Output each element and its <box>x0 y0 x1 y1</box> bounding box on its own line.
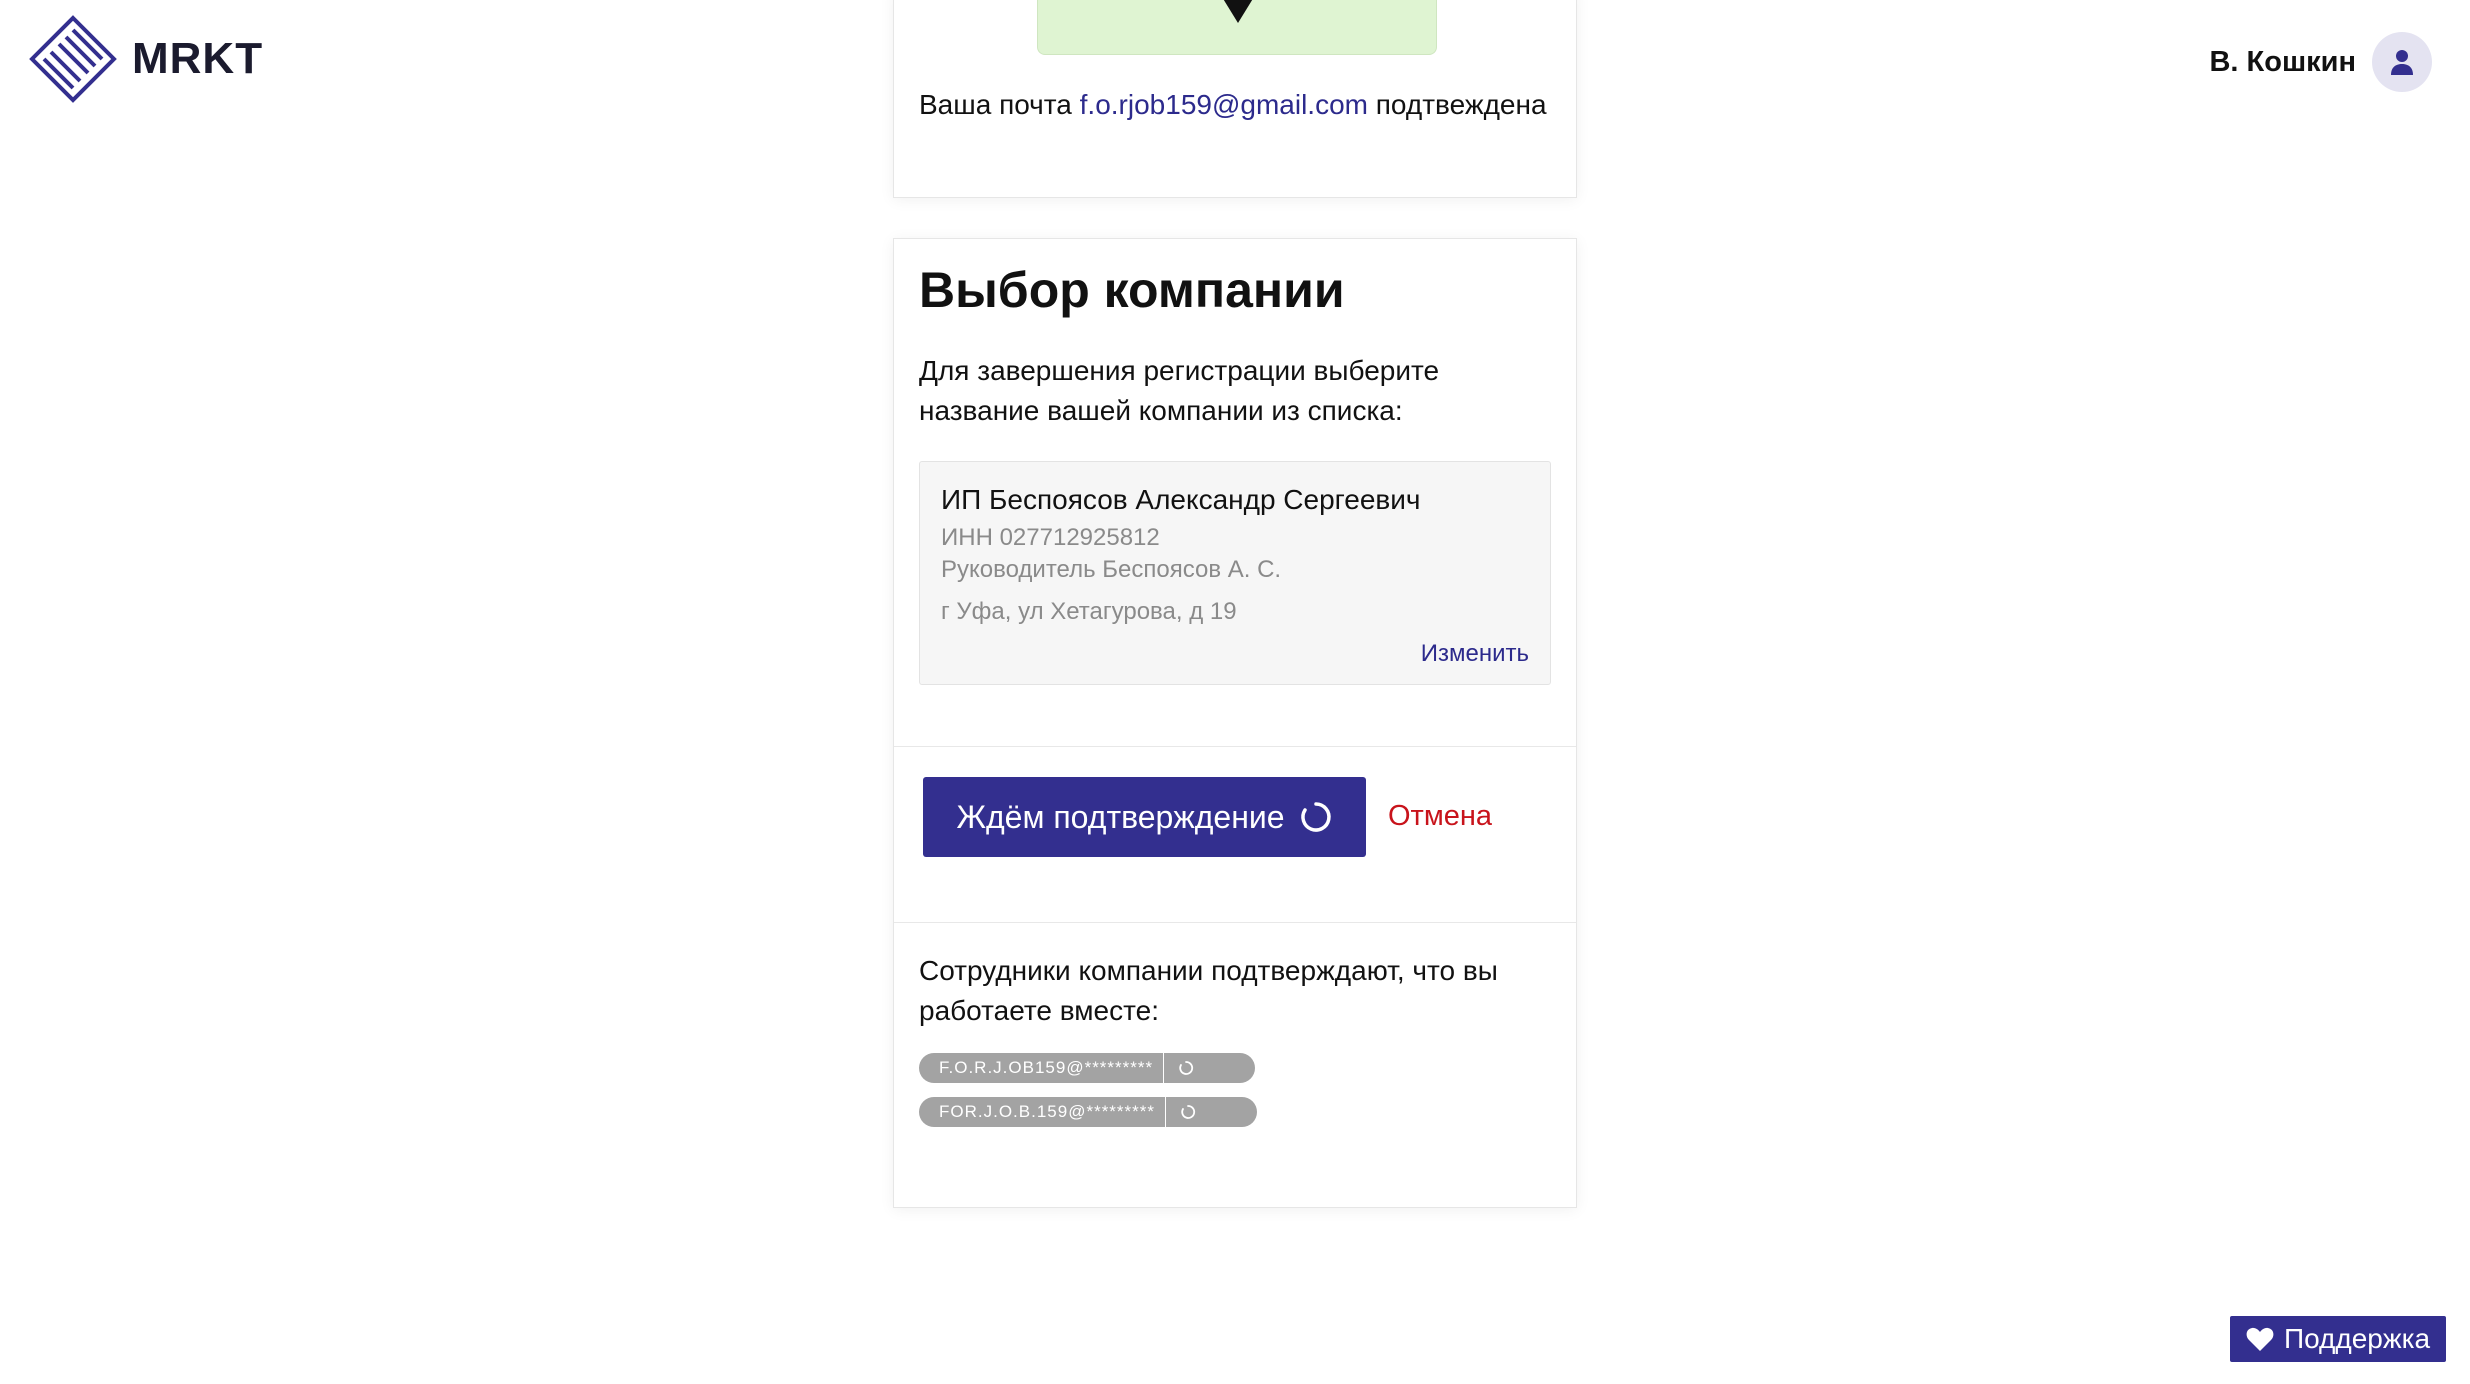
colleague-badge: FOR.J.O.B.159@********* <box>919 1097 1257 1127</box>
company-selection-card: Выбор компании Для завершения регистраци… <box>893 238 1577 1208</box>
divider <box>894 746 1576 747</box>
email-suffix: подтвеждена <box>1375 89 1547 120</box>
logo-icon <box>29 15 117 103</box>
awaiting-confirmation-label: Ждём подтверждение <box>956 798 1285 835</box>
company-name: ИП Беспоясов Александр Сергеевич <box>941 484 1421 515</box>
awaiting-confirmation-button[interactable]: Ждём подтверждение <box>923 777 1366 857</box>
user-menu[interactable]: В. Кошкин <box>2209 32 2432 92</box>
logo-text: MRKT <box>132 34 264 83</box>
arrow-down-icon <box>1222 0 1254 23</box>
success-banner <box>1037 0 1437 55</box>
page-title: Выбор компании <box>919 262 1345 318</box>
avatar[interactable] <box>2372 32 2432 92</box>
colleagues-confirm-text: Сотрудники компании подтверждают, что вы… <box>919 955 1498 1026</box>
colleague-badge: F.O.R.J.OB159@********* <box>919 1053 1255 1083</box>
company-inn: ИНН 027712925812 <box>941 524 1160 551</box>
refresh-icon[interactable] <box>1164 1053 1208 1083</box>
email-address[interactable]: f.o.rjob159@gmail.com <box>1080 89 1368 120</box>
user-icon <box>2391 50 2413 75</box>
email-prefix: Ваша почта <box>919 89 1072 120</box>
refresh-icon[interactable] <box>1166 1097 1210 1127</box>
email-confirmed-text: Ваша почта f.o.rjob159@gmail.com подтвеж… <box>919 89 1547 121</box>
heart-icon <box>2246 1327 2274 1351</box>
divider <box>894 922 1576 923</box>
selected-company: ИП Беспоясов Александр Сергеевич ИНН 027… <box>919 461 1551 685</box>
email-confirmed-card: Ваша почта f.o.rjob159@gmail.com подтвеж… <box>893 0 1577 198</box>
colleague-email: FOR.J.O.B.159@********* <box>919 1097 1167 1127</box>
instructions-text: Для завершения регистрации выберите назв… <box>919 355 1440 426</box>
cancel-link[interactable]: Отмена <box>1388 800 1492 833</box>
colleague-email: F.O.R.J.OB159@********* <box>919 1053 1165 1083</box>
support-label: Поддержка <box>2283 1323 2431 1354</box>
company-address: г Уфа, ул Хетагурова, д 19 <box>941 598 1237 625</box>
company-head: Руководитель Беспоясов А. С. <box>941 556 1282 583</box>
logo[interactable]: MRKT <box>28 14 263 104</box>
user-name: В. Кошкин <box>2209 45 2356 78</box>
support-button[interactable]: Поддержка <box>2230 1316 2446 1362</box>
refresh-icon <box>1300 802 1331 832</box>
change-company-link[interactable]: Изменить <box>1421 640 1529 668</box>
